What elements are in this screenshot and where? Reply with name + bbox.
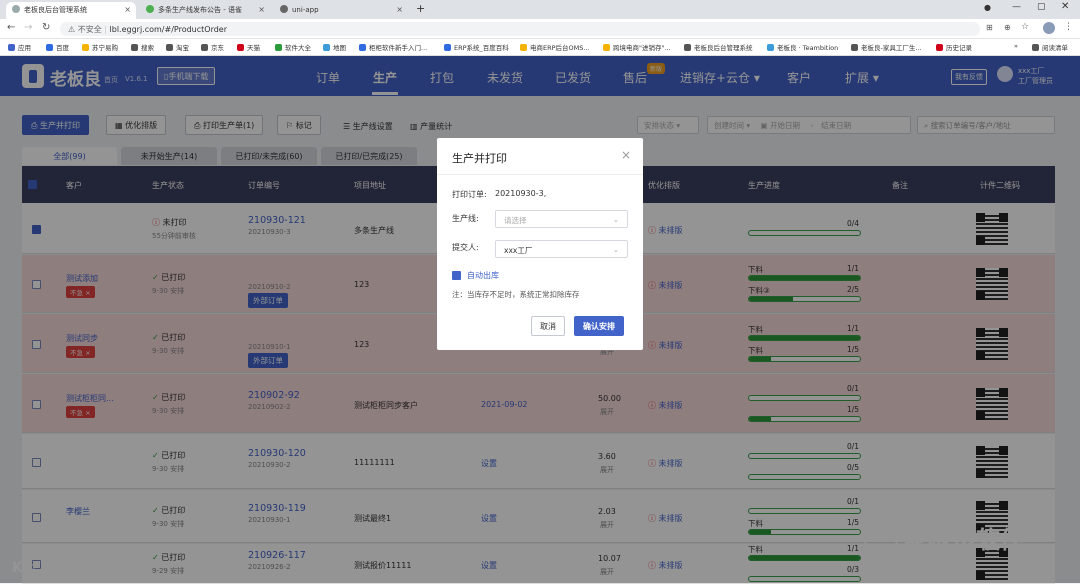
auto-out-label[interactable]: 自动出库 bbox=[467, 270, 499, 281]
zoom-icon[interactable]: ⊕ bbox=[1004, 23, 1011, 32]
bookmark-search[interactable]: 搜索 bbox=[131, 42, 154, 52]
close-icon[interactable]: × bbox=[396, 5, 403, 14]
close-icon[interactable]: × bbox=[621, 148, 631, 162]
dialog-divider bbox=[437, 174, 643, 175]
bookmark-tmall[interactable]: 天猫 bbox=[237, 42, 260, 52]
site-favicon-icon bbox=[12, 5, 20, 13]
translate-icon[interactable]: ⊞ bbox=[986, 23, 993, 32]
bookmark-jd[interactable]: 京东 bbox=[201, 42, 224, 52]
bookmark-furniture[interactable]: 老板良-家具工厂生... bbox=[851, 42, 922, 52]
bookmark-admin[interactable]: 老板良后台管理系统 bbox=[684, 42, 753, 52]
bookmarks-more[interactable]: » bbox=[1014, 42, 1018, 50]
print-order-label: 打印订单: bbox=[452, 190, 487, 199]
bookmark-software[interactable]: 软件大全 bbox=[275, 42, 311, 52]
forward-icon[interactable]: → bbox=[24, 22, 32, 33]
minimize-icon[interactable]: — bbox=[1012, 2, 1021, 12]
window-close-icon[interactable]: ✕ bbox=[1061, 1, 1069, 12]
produce-print-dialog: 生产并打印 × 打印订单: 20210930-3, 生产线: 请选择 ⌄ 提交人:… bbox=[437, 138, 643, 350]
tab-title: uni-app bbox=[292, 6, 319, 14]
url-text: lbl.eggrj.com/#/ProductOrder bbox=[109, 25, 228, 34]
warning-icon: ⚠ bbox=[68, 25, 78, 34]
profile-avatar[interactable] bbox=[1043, 22, 1055, 34]
star-icon[interactable]: ☆ bbox=[1021, 22, 1029, 32]
new-tab-button[interactable]: + bbox=[416, 2, 425, 15]
bookmark-guide[interactable]: 柜柜软件新手入门... bbox=[359, 42, 427, 52]
site-favicon-icon bbox=[146, 5, 154, 13]
url-field[interactable]: ⚠ 不安全 | lbl.eggrj.com/#/ProductOrder bbox=[60, 22, 980, 36]
bookmark-map[interactable]: 地图 bbox=[323, 42, 346, 52]
bookmark-baidu[interactable]: 百度 bbox=[46, 42, 69, 52]
submitter-label: 提交人: bbox=[452, 243, 479, 252]
bookmarks-bar: 应用 百度 苏宁易购 搜索 淘宝 京东 天猫 软件大全 地图 柜柜软件新手入门.… bbox=[0, 39, 1080, 56]
tab-title: 老板良后台管理系统 bbox=[24, 6, 87, 14]
chevron-down-icon: ⌄ bbox=[612, 215, 619, 224]
dialog-title: 生产并打印 bbox=[452, 152, 507, 165]
bookmark-history[interactable]: 历史记录 bbox=[936, 42, 972, 52]
bookmark-suning[interactable]: 苏宁易购 bbox=[82, 42, 118, 52]
submitter-select[interactable]: xxx工厂 ⌄ bbox=[495, 240, 628, 258]
browser-tab-0[interactable]: 老板良后台管理系统 × bbox=[6, 2, 136, 19]
chevron-down-icon: ⌄ bbox=[612, 245, 619, 254]
production-line-select[interactable]: 请选择 ⌄ bbox=[495, 210, 628, 228]
maximize-icon[interactable]: ▢ bbox=[1037, 2, 1046, 12]
browser-tab-2[interactable]: uni-app × bbox=[274, 2, 408, 19]
bookmark-apps[interactable]: 应用 bbox=[8, 42, 31, 52]
bookmark-crossborder[interactable]: 跨境电商"进销存"... bbox=[603, 42, 671, 52]
globe-icon bbox=[280, 5, 288, 13]
close-icon[interactable]: × bbox=[258, 5, 265, 14]
stock-note: 注：当库存不足时，系统正常扣除库存 bbox=[452, 290, 580, 299]
reload-icon[interactable]: ↻ bbox=[42, 22, 50, 33]
back-icon[interactable]: ← bbox=[7, 22, 15, 33]
bookmark-teambition[interactable]: 老板良 · Teambition bbox=[767, 42, 838, 52]
line-label: 生产线: bbox=[452, 214, 479, 223]
tab-title: 多条生产线发布公告 - 语雀 bbox=[158, 6, 242, 14]
bookmark-erp[interactable]: ERP系统_百度百科 bbox=[444, 42, 509, 52]
confirm-button[interactable]: 确认安排 bbox=[574, 316, 624, 336]
browser-tab-bar: 老板良后台管理系统 × 多条生产线发布公告 - 语雀 × uni-app × + ● … bbox=[0, 0, 1080, 19]
browser-tab-1[interactable]: 多条生产线发布公告 - 语雀 × bbox=[140, 2, 270, 19]
close-icon[interactable]: × bbox=[124, 5, 131, 14]
more-icon[interactable]: ⋮ bbox=[1064, 22, 1073, 32]
bookmark-taobao[interactable]: 淘宝 bbox=[166, 42, 189, 52]
bookmark-oms[interactable]: 电商ERP后台OMS... bbox=[520, 42, 590, 52]
cancel-button[interactable]: 取消 bbox=[531, 316, 565, 336]
print-order-value: 20210930-3, bbox=[495, 189, 547, 198]
insecure-label: 不安全 bbox=[77, 25, 102, 34]
reading-list[interactable]: 阅读清单 bbox=[1032, 42, 1068, 52]
address-bar-row: ← → ↻ ⚠ 不安全 | lbl.eggrj.com/#/ProductOrd… bbox=[0, 19, 1080, 39]
window-menu-icon[interactable]: ● bbox=[984, 3, 991, 12]
auto-out-checkbox[interactable] bbox=[452, 271, 461, 280]
